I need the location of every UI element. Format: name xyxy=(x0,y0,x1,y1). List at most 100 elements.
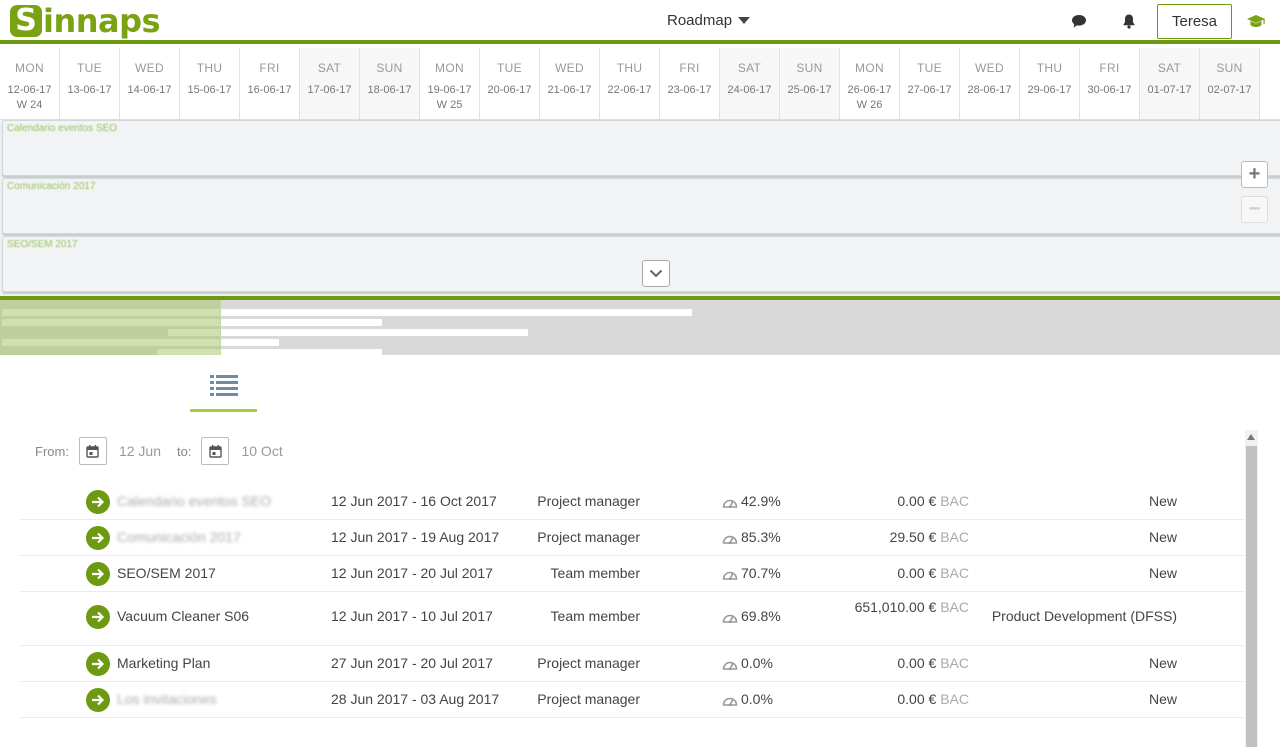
project-status: New xyxy=(1148,493,1177,509)
table-row[interactable]: Los invitaciones 28 Jun 2017 - 03 Aug 201… xyxy=(20,682,1244,718)
timeline-day-header: MON 12-06-17 W 24 TUE 13-06-17 WED 14-06-17 THU… xyxy=(0,48,1280,120)
day-name: SAT xyxy=(737,61,762,75)
project-progress: 85.3% xyxy=(722,529,781,545)
timeline-day: THU 15-06-17 xyxy=(180,48,240,119)
day-date: 01-07-17 xyxy=(1147,84,1192,96)
user-menu-button[interactable]: Teresa xyxy=(1157,4,1232,39)
chat-bubble-icon[interactable] xyxy=(1069,11,1089,31)
timeline-day: MON 19-06-17 W 25 xyxy=(420,48,480,119)
budget-amount: 0.00 € xyxy=(897,493,937,509)
day-name: WED xyxy=(975,61,1004,75)
progress-value: 42.9% xyxy=(741,493,781,509)
scrollbar-thumb[interactable] xyxy=(1246,446,1257,747)
roadmap-menu[interactable]: Roadmap xyxy=(667,12,751,29)
arrow-right-circle-icon[interactable] xyxy=(86,562,110,586)
day-date: 14-06-17 xyxy=(127,84,172,96)
arrow-right-circle-icon[interactable] xyxy=(86,526,110,550)
gantt-area: Calendario eventos SEO Comunicación 2017… xyxy=(0,120,1280,296)
day-date: 16-06-17 xyxy=(247,84,292,96)
progress-value: 70.7% xyxy=(741,565,781,581)
project-budget: 0.00 € BAC xyxy=(897,655,969,671)
timeline-day: TUE 13-06-17 xyxy=(60,48,120,119)
gauge-icon xyxy=(722,535,738,544)
week-number: W 26 xyxy=(856,99,883,111)
gantt-row[interactable]: Comunicación 2017 xyxy=(2,178,1280,234)
list-view-tab[interactable] xyxy=(190,360,257,412)
table-row[interactable]: Comunicación 2017 12 Jun 2017 - 19 Aug 20… xyxy=(20,520,1244,556)
from-label: From: xyxy=(35,443,69,459)
caret-down-icon xyxy=(738,17,751,24)
arrow-right-circle-icon[interactable] xyxy=(86,490,110,514)
zoom-in-button[interactable]: + xyxy=(1241,161,1268,188)
table-row[interactable]: Vacuum Cleaner S06 12 Jun 2017 - 10 Jul 2… xyxy=(20,592,1244,646)
day-date: 23-06-17 xyxy=(667,84,712,96)
timeline-day: FRI 23-06-17 xyxy=(660,48,720,119)
day-date: 19-06-17 xyxy=(427,84,472,96)
day-name: FRI xyxy=(259,61,280,75)
budget-amount: 0.00 € xyxy=(897,565,937,581)
budget-amount: 0.00 € xyxy=(897,655,937,671)
zoom-out-button[interactable]: − xyxy=(1241,196,1268,223)
gauge-icon xyxy=(722,697,738,706)
project-role: Team member xyxy=(550,565,640,581)
table-row[interactable]: Calendario eventos SEO 12 Jun 2017 - 16 O… xyxy=(20,484,1244,520)
gauge-icon xyxy=(722,661,738,670)
timeline-day: FRI 16-06-17 xyxy=(240,48,300,119)
table-row[interactable]: SEO/SEM 2017 12 Jun 2017 - 20 Jul 2017 Tea… xyxy=(20,556,1244,592)
day-name: MON xyxy=(855,61,884,75)
day-name: THU xyxy=(616,61,643,75)
arrow-right-circle-icon[interactable] xyxy=(86,605,110,629)
day-date: 25-06-17 xyxy=(787,84,832,96)
project-dates: 12 Jun 2017 - 19 Aug 2017 xyxy=(331,529,500,545)
list-view-icon xyxy=(209,374,238,396)
arrow-right-circle-icon[interactable] xyxy=(86,652,110,676)
project-name[interactable]: Vacuum Cleaner S06 xyxy=(117,608,249,624)
progress-value: 69.8% xyxy=(741,608,781,624)
week-number: W xyxy=(1260,99,1280,111)
day-name: SUN xyxy=(376,61,403,75)
graduation-cap-icon[interactable] xyxy=(1246,11,1266,31)
to-label: to: xyxy=(177,443,192,459)
to-date-value[interactable]: 10 Oct xyxy=(241,443,282,459)
arrow-right-circle-icon[interactable] xyxy=(86,688,110,712)
project-name[interactable]: Calendario eventos SEO xyxy=(117,493,271,509)
day-date: 29-06-17 xyxy=(1027,84,1072,96)
bac-label: BAC xyxy=(940,691,969,707)
calendar-icon[interactable] xyxy=(201,437,230,465)
scroll-up-arrow-icon[interactable] xyxy=(1247,434,1255,440)
bell-icon[interactable] xyxy=(1119,11,1139,31)
calendar-icon[interactable] xyxy=(78,437,107,465)
day-name: SUN xyxy=(1216,61,1243,75)
minimap-viewport-selector[interactable] xyxy=(0,300,221,355)
project-name[interactable]: Marketing Plan xyxy=(117,655,210,671)
timeline-day: SUN 25-06-17 xyxy=(780,48,840,119)
chevron-down-icon[interactable] xyxy=(642,260,670,287)
budget-amount: 0.00 € xyxy=(897,691,937,707)
project-role: Team member xyxy=(550,608,640,624)
day-date: 26-06-17 xyxy=(847,84,892,96)
day-date: 28-06-17 xyxy=(967,84,1012,96)
project-name[interactable]: Comunicación 2017 xyxy=(117,529,241,545)
day-date: 24-06-17 xyxy=(727,84,772,96)
budget-amount: 29.50 € xyxy=(889,529,937,545)
day-date: 15-06-17 xyxy=(187,84,232,96)
gantt-row[interactable]: Calendario eventos SEO xyxy=(2,120,1280,176)
timeline-day: SUN 18-06-17 xyxy=(360,48,420,119)
timeline-day: M 03 W xyxy=(1260,48,1280,119)
from-date-value[interactable]: 12 Jun xyxy=(119,443,161,459)
gauge-icon xyxy=(722,571,738,580)
sinnaps-logo[interactable]: S innaps xyxy=(10,4,161,38)
project-progress: 70.7% xyxy=(722,565,781,581)
day-date: 03 xyxy=(1260,84,1280,96)
projects-table: Calendario eventos SEO 12 Jun 2017 - 16 O… xyxy=(20,484,1244,718)
project-name[interactable]: SEO/SEM 2017 xyxy=(117,565,216,581)
project-name[interactable]: Los invitaciones xyxy=(117,691,217,707)
project-role: Project manager xyxy=(537,529,640,545)
bac-label: BAC xyxy=(940,565,969,581)
timeline-minimap[interactable] xyxy=(0,300,1280,355)
budget-amount: 651,010.00 € xyxy=(854,599,937,615)
bac-label: BAC xyxy=(940,529,969,545)
gantt-row[interactable]: SEO/SEM 2017 xyxy=(2,236,1280,292)
table-row[interactable]: Marketing Plan 27 Jun 2017 - 20 Jul 2017 P… xyxy=(20,646,1244,682)
day-name: FRI xyxy=(1099,61,1120,75)
